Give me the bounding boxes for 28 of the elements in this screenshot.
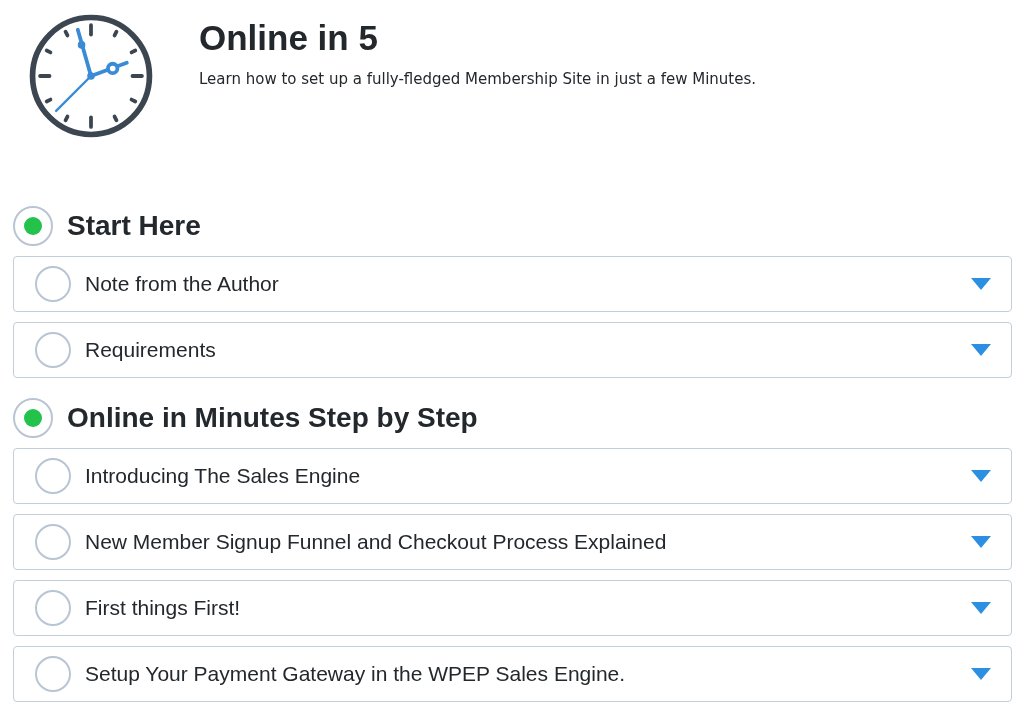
lesson-row[interactable]: New Member Signup Funnel and Checkout Process Explained [13,514,1012,570]
lesson-title: Introducing The Sales Engine [85,464,362,488]
lesson-status-icon[interactable] [35,524,71,560]
caret-icon[interactable] [971,602,991,614]
lesson-row[interactable]: Requirements [13,322,1012,378]
caret-icon[interactable] [971,278,991,290]
lesson-row[interactable]: First things First! [13,580,1012,636]
course-description: Learn how to set up a fully-fledged Membership Site in just a few Minutes. [199,70,757,88]
lesson-title: Note from the Author [85,272,280,296]
course-title: Online in 5 [199,18,379,58]
lesson-row[interactable]: Note from the Author [13,256,1012,312]
lesson-title: First things First! [85,596,242,620]
lesson-status-icon[interactable] [35,656,71,692]
lesson-status-icon[interactable] [35,266,71,302]
lesson-status-icon[interactable] [35,458,71,494]
section-title: Online in Minutes Step by Step [67,402,478,434]
caret-icon[interactable] [971,344,991,356]
lesson-row[interactable]: Setup Your Payment Gateway in the WPEP Sales Engine. [13,646,1012,702]
lesson-title: New Member Signup Funnel and Checkout Process Explained [85,530,668,554]
section-title: Start Here [67,210,201,242]
lesson-status-icon[interactable] [35,590,71,626]
lesson-title: Setup Your Payment Gateway in the WPEP Sales Engine. [85,662,627,686]
caret-icon[interactable] [971,470,991,482]
lesson-status-icon[interactable] [35,332,71,368]
caret-icon[interactable] [971,668,991,680]
lesson-title: Requirements [85,338,217,362]
caret-icon[interactable] [971,536,991,548]
lesson-row[interactable]: Introducing The Sales Engine [13,448,1012,504]
